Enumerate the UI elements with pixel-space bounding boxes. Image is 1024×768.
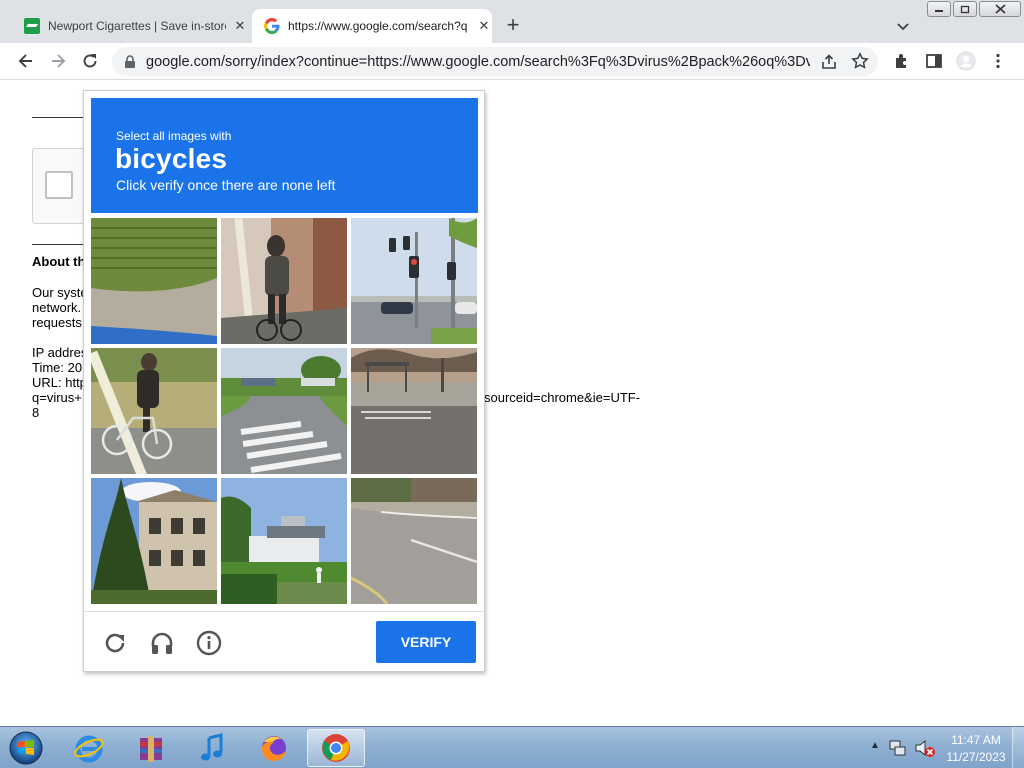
- share-icon[interactable]: [820, 53, 838, 71]
- network-icon[interactable]: [888, 738, 908, 758]
- tab-close-icon[interactable]: ✕: [476, 18, 492, 34]
- tab-search-chevron-icon[interactable]: [893, 16, 913, 36]
- captcha-tile[interactable]: [91, 478, 217, 604]
- captcha-tile[interactable]: [351, 348, 477, 474]
- profile-avatar-icon[interactable]: [956, 51, 976, 71]
- divider: [84, 611, 484, 612]
- captcha-target-word: bicycles: [115, 143, 228, 174]
- time-text: Time: 20: [32, 360, 83, 375]
- internet-explorer-icon: [74, 735, 104, 763]
- winrar-icon: [140, 736, 162, 762]
- forward-arrow-icon[interactable]: [48, 51, 68, 71]
- captcha-tile[interactable]: [91, 218, 217, 344]
- lock-icon[interactable]: [124, 55, 136, 69]
- window-controls: [927, 1, 1021, 17]
- itunes-icon: [201, 733, 223, 761]
- taskbar-app-firefox[interactable]: [245, 729, 303, 767]
- google-favicon-icon: [264, 18, 280, 34]
- newport-favicon-icon: [24, 18, 40, 34]
- url-label-text: URL: http: [32, 375, 87, 390]
- volume-muted-icon[interactable]: [914, 738, 936, 758]
- captcha-tile[interactable]: [351, 478, 477, 604]
- captcha-tile[interactable]: [221, 218, 347, 344]
- back-arrow-icon[interactable]: [16, 51, 36, 71]
- system-tray: ▲ 11:47 AM 11/27/2023: [864, 727, 1024, 768]
- start-orb-icon[interactable]: [6, 730, 46, 766]
- tab-title: Newport Cigarettes | Save in-store: [48, 19, 226, 33]
- verify-button[interactable]: VERIFY: [376, 621, 476, 663]
- about-heading: About th: [32, 254, 86, 269]
- tab-strip: Newport Cigarettes | Save in-store ✕ htt…: [0, 0, 1024, 43]
- bookmark-star-icon[interactable]: [851, 52, 869, 70]
- windows-taskbar: ▲ 11:47 AM 11/27/2023: [0, 726, 1024, 768]
- captcha-prefix: Select all images with: [116, 129, 232, 143]
- reload-challenge-icon[interactable]: [101, 629, 129, 657]
- clock-date[interactable]: 11/27/2023: [944, 750, 1008, 764]
- captcha-instruction: Click verify once there are none left: [116, 177, 336, 193]
- restore-button[interactable]: [953, 1, 977, 17]
- browser-toolbar: google.com/sorry/index?continue=https://…: [0, 43, 1024, 80]
- address-bar[interactable]: google.com/sorry/index?continue=https://…: [112, 47, 878, 76]
- body-text: Our syste: [32, 285, 88, 300]
- captcha-header: Select all images with bicycles Click ve…: [91, 98, 478, 213]
- show-desktop-button[interactable]: [1012, 727, 1024, 768]
- ip-address-text: IP addres: [32, 345, 88, 360]
- audio-challenge-icon[interactable]: [148, 629, 176, 657]
- captcha-challenge-dialog: Select all images with bicycles Click ve…: [83, 90, 485, 672]
- more-menu-icon[interactable]: [988, 51, 1008, 71]
- show-hidden-icons-icon[interactable]: ▲: [870, 740, 880, 751]
- reload-icon[interactable]: [80, 51, 100, 71]
- info-icon[interactable]: [195, 629, 223, 657]
- firefox-icon: [261, 736, 286, 762]
- captcha-tile[interactable]: [91, 348, 217, 474]
- tab-google-search[interactable]: https://www.google.com/search?q ✕: [252, 9, 492, 43]
- recaptcha-checkbox[interactable]: [45, 171, 73, 199]
- captcha-tile[interactable]: [221, 478, 347, 604]
- clock-time[interactable]: 11:47 AM: [944, 733, 1008, 747]
- taskbar-app-internet-explorer[interactable]: [60, 729, 118, 767]
- new-tab-button[interactable]: +: [500, 13, 526, 39]
- captcha-tile[interactable]: [351, 218, 477, 344]
- query-end-text: 8: [32, 405, 40, 420]
- side-panel-icon[interactable]: [924, 51, 944, 71]
- tab-close-icon[interactable]: ✕: [232, 18, 248, 34]
- taskbar-app-chrome[interactable]: [307, 729, 365, 767]
- url-text[interactable]: google.com/sorry/index?continue=https://…: [146, 54, 810, 70]
- query-text: q=virus+: [32, 390, 82, 405]
- body-text: network.: [32, 300, 82, 315]
- query-tail-text: sourceid=chrome&ie=UTF-: [484, 390, 641, 405]
- minimize-button[interactable]: [927, 1, 951, 17]
- captcha-tile[interactable]: [221, 348, 347, 474]
- chrome-icon: [322, 734, 350, 762]
- screen: Newport Cigarettes | Save in-store ✕ htt…: [0, 0, 1024, 768]
- captcha-image-grid: [91, 218, 478, 605]
- taskbar-app-winrar[interactable]: [122, 729, 180, 767]
- tab-title: https://www.google.com/search?q: [288, 19, 468, 33]
- close-window-button[interactable]: [979, 1, 1021, 17]
- tab-newport[interactable]: Newport Cigarettes | Save in-store ✕: [16, 9, 248, 43]
- taskbar-app-itunes[interactable]: [183, 729, 241, 767]
- extensions-puzzle-icon[interactable]: [892, 51, 912, 71]
- body-text: requests: [32, 315, 82, 330]
